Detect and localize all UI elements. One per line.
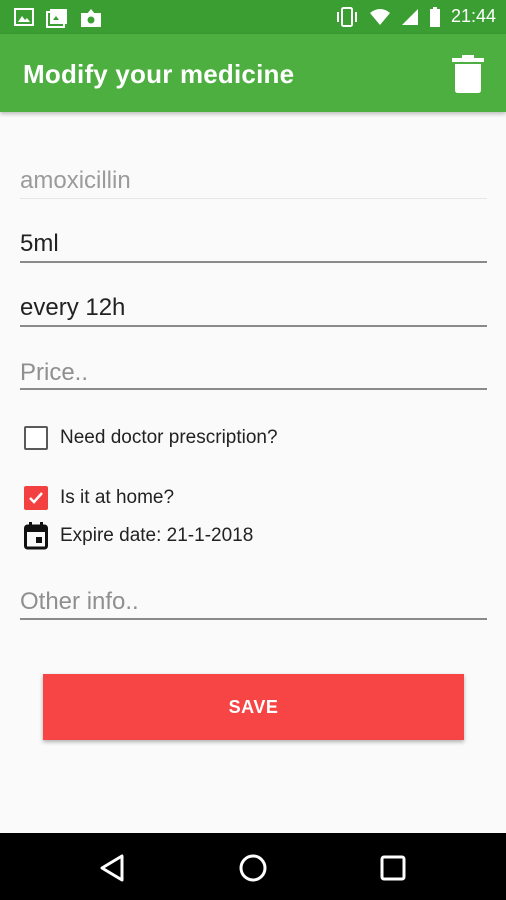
image-icon: [46, 9, 67, 28]
status-notifications: [14, 8, 102, 28]
trash-icon[interactable]: [452, 55, 484, 93]
dose-input[interactable]: 5ml: [20, 228, 487, 264]
recents-icon[interactable]: [376, 851, 410, 885]
wifi-icon: [369, 8, 390, 25]
at-home-checkbox[interactable]: [24, 486, 48, 510]
medicine-name-field[interactable]: amoxicillin: [20, 165, 487, 200]
check-icon: [29, 492, 43, 504]
photo-upload-icon: [81, 9, 101, 27]
medicine-name-underline: [20, 198, 487, 199]
calendar-icon: [24, 522, 48, 550]
status-system: 21:44: [335, 6, 496, 27]
home-icon[interactable]: [236, 851, 270, 885]
price-underline: [20, 388, 487, 390]
save-button[interactable]: SAVE: [43, 674, 464, 740]
dose-underline: [20, 261, 487, 263]
status-time: 21:44: [450, 6, 496, 26]
expire-date-label: Expire date: 21-1-2018: [60, 525, 254, 546]
at-home-label: Is it at home?: [60, 487, 175, 508]
price-input[interactable]: Price..: [20, 357, 487, 392]
prescription-checkbox-row[interactable]: Need doctor prescription?: [24, 426, 278, 450]
vibrate-icon: [336, 6, 357, 27]
expire-date-row[interactable]: Expire date: 21-1-2018: [24, 522, 253, 550]
medicine-name-value: amoxicillin: [20, 167, 131, 194]
frequency-input[interactable]: every 12h: [20, 292, 487, 328]
battery-icon: [429, 6, 440, 27]
prescription-label: Need doctor prescription?: [60, 427, 278, 448]
app-bar: Modify your medicine: [0, 34, 506, 112]
dose-value: 5ml: [20, 230, 59, 257]
status-bar: 21:44: [0, 0, 506, 34]
other-info-input[interactable]: Other info..: [20, 586, 487, 622]
back-icon[interactable]: [96, 851, 130, 885]
frequency-value: every 12h: [20, 294, 126, 321]
price-placeholder: Price..: [20, 359, 89, 386]
navigation-bar: [0, 833, 506, 900]
page-title: Modify your medicine: [23, 59, 295, 89]
other-info-placeholder: Other info..: [20, 588, 139, 615]
frequency-underline: [20, 325, 487, 327]
gallery-icon: [14, 8, 34, 26]
other-info-underline: [20, 618, 487, 620]
at-home-checkbox-row[interactable]: Is it at home?: [24, 486, 174, 510]
signal-icon: [401, 8, 418, 25]
prescription-checkbox[interactable]: [24, 426, 48, 450]
